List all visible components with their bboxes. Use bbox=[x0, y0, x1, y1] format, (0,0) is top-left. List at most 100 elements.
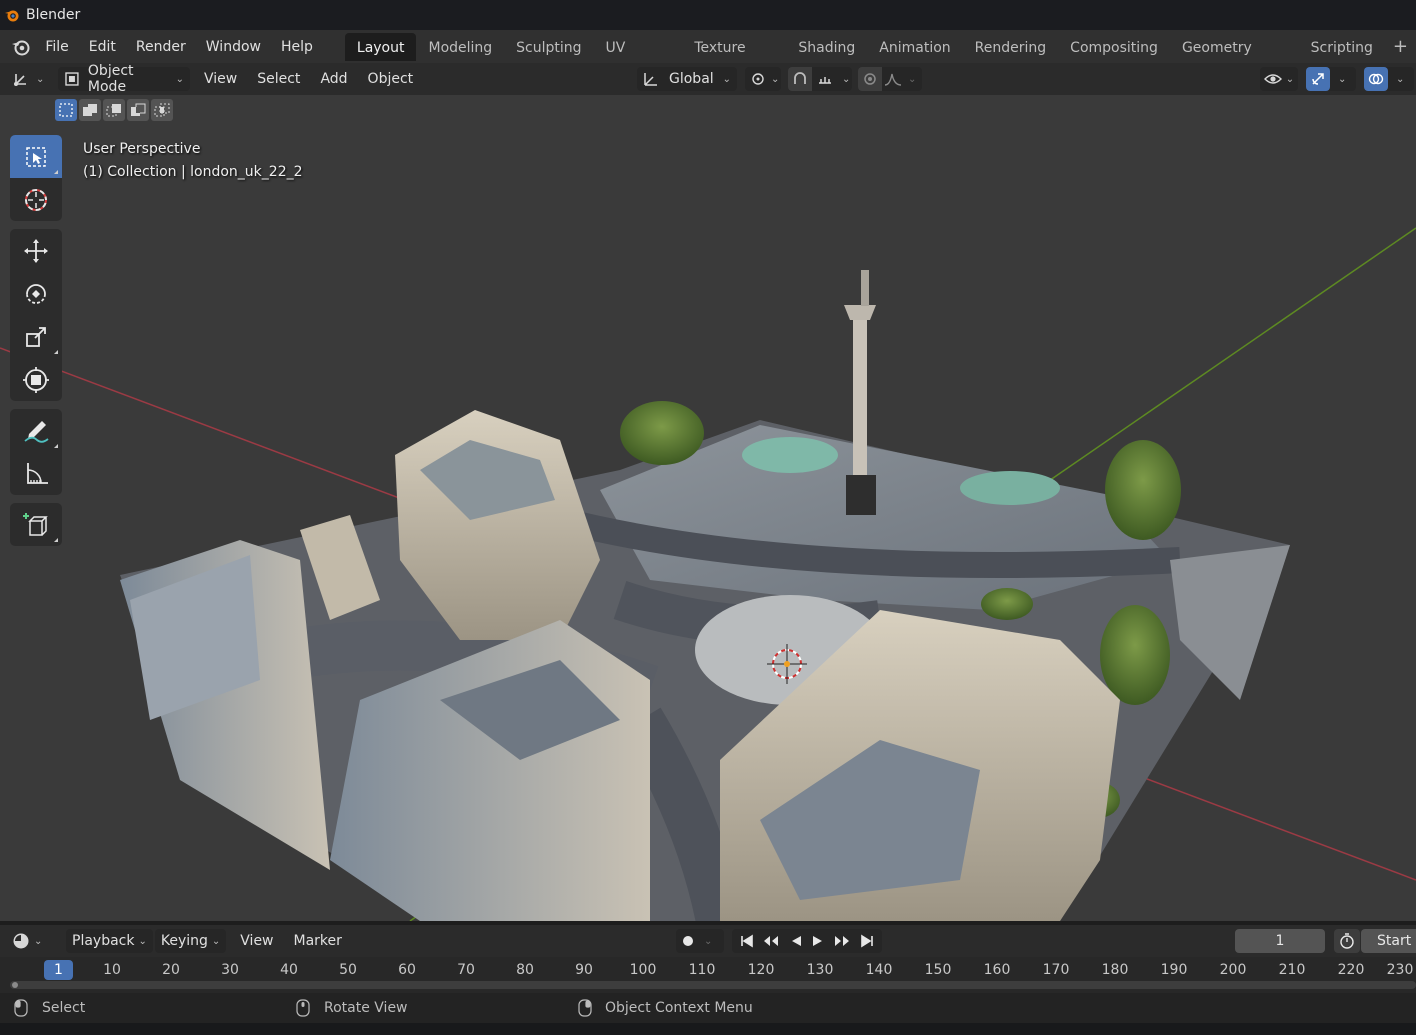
ruler-label: 10 bbox=[103, 962, 121, 978]
mode-dropdown[interactable]: Object Mode ⌄ bbox=[58, 63, 190, 95]
status-context: Object Context Menu bbox=[578, 999, 753, 1017]
move-icon bbox=[24, 238, 48, 263]
jump-start-icon[interactable] bbox=[740, 934, 754, 948]
tool-measure[interactable] bbox=[10, 452, 62, 495]
start-frame-field[interactable]: Start bbox=[1361, 929, 1416, 953]
mouse-right-icon bbox=[578, 999, 592, 1017]
keying-dropdown[interactable]: Keying ⌄ bbox=[154, 929, 227, 953]
tab-uv-editing[interactable]: UV Editing bbox=[594, 33, 683, 86]
tab-scripting[interactable]: Scripting bbox=[1299, 33, 1385, 61]
ruler-label: 220 bbox=[1337, 962, 1365, 978]
orientation-dropdown[interactable]: Global ⌄ bbox=[637, 67, 737, 91]
ruler-label: 170 bbox=[1042, 962, 1070, 978]
ruler-label: 70 bbox=[457, 962, 475, 978]
tab-texture-paint[interactable]: Texture Paint bbox=[682, 33, 786, 86]
timeline-scrollbar[interactable] bbox=[10, 981, 1416, 989]
play-icon[interactable] bbox=[811, 934, 825, 948]
snap-toggle-icon[interactable] bbox=[788, 67, 812, 91]
ruler-label: 130 bbox=[806, 962, 834, 978]
timeline-ruler[interactable]: 1 10 20 30 40 50 60 70 80 90 100 110 120… bbox=[0, 957, 1416, 993]
jump-end-icon[interactable] bbox=[860, 934, 874, 948]
menu-edit[interactable]: Edit bbox=[79, 35, 126, 59]
record-icon[interactable] bbox=[676, 935, 700, 947]
snap-group: ⌄ bbox=[788, 67, 852, 91]
ruler-label: 230 bbox=[1386, 962, 1414, 978]
timeline-marker-menu[interactable]: Marker bbox=[286, 933, 350, 949]
prev-keyframe-icon[interactable] bbox=[762, 934, 780, 948]
current-frame-field[interactable]: 1 bbox=[1235, 929, 1325, 953]
timeline-editor-type[interactable]: ⌄ bbox=[12, 929, 48, 953]
ruler-label: 110 bbox=[688, 962, 716, 978]
tab-modeling[interactable]: Modeling bbox=[416, 33, 504, 61]
tab-geometry-nodes[interactable]: Geometry Nodes bbox=[1170, 33, 1299, 86]
measure-icon bbox=[27, 462, 48, 484]
tool-select-box[interactable] bbox=[10, 135, 62, 178]
ruler-label: 90 bbox=[575, 962, 593, 978]
viewport-info: User Perspective (1) Collection | london… bbox=[83, 138, 303, 184]
tab-sculpting[interactable]: Sculpting bbox=[504, 33, 593, 61]
menu-object[interactable]: Object bbox=[360, 71, 422, 87]
3d-viewport[interactable] bbox=[0, 95, 1416, 921]
playback-dropdown[interactable]: Playback ⌄ bbox=[66, 929, 153, 953]
tool-add-cube[interactable] bbox=[10, 503, 62, 546]
mouse-left-icon bbox=[14, 999, 28, 1017]
tab-compositing[interactable]: Compositing bbox=[1058, 33, 1170, 61]
tool-annotate[interactable] bbox=[10, 409, 62, 452]
mouse-middle-icon bbox=[296, 999, 310, 1017]
tool-scale[interactable] bbox=[10, 315, 62, 358]
overlays-toggle-icon[interactable] bbox=[1364, 67, 1388, 91]
menu-file[interactable]: File bbox=[35, 35, 78, 59]
top-menu-bar: File Edit Render Window Help Layout Mode… bbox=[0, 30, 1416, 86]
timeline-header: ⌄ Playback ⌄ Keying ⌄ View Marker ⌄ 1 Star… bbox=[0, 925, 1416, 957]
menu-add[interactable]: Add bbox=[312, 71, 355, 87]
blender-menu-icon[interactable] bbox=[10, 36, 31, 58]
ruler-label: 210 bbox=[1278, 962, 1306, 978]
menu-select[interactable]: Select bbox=[249, 71, 308, 87]
pivot-point-dropdown[interactable]: ⌄ bbox=[745, 67, 781, 91]
window-title: Blender bbox=[26, 7, 81, 23]
visibility-dropdown[interactable]: ⌄ bbox=[1260, 67, 1298, 91]
blender-logo-icon bbox=[5, 10, 19, 22]
ruler-label: 140 bbox=[865, 962, 893, 978]
tool-group-annotate bbox=[10, 409, 62, 495]
ruler-label: 50 bbox=[339, 962, 357, 978]
rotate-icon bbox=[26, 283, 46, 304]
select-new-icon[interactable] bbox=[55, 99, 77, 121]
eye-icon bbox=[1263, 74, 1282, 84]
current-frame-marker[interactable]: 1 bbox=[44, 960, 73, 980]
snap-increment-icon[interactable] bbox=[812, 71, 838, 87]
tool-rotate[interactable] bbox=[10, 272, 62, 315]
menu-help[interactable]: Help bbox=[271, 35, 323, 59]
tab-layout[interactable]: Layout bbox=[344, 32, 417, 61]
gizmo-group: ⌄ bbox=[1306, 67, 1356, 91]
falloff-icon[interactable] bbox=[882, 72, 904, 86]
timeline-view-menu[interactable]: View bbox=[232, 933, 281, 949]
pivot-icon bbox=[752, 73, 764, 85]
tab-animation[interactable]: Animation bbox=[867, 33, 962, 61]
tool-move[interactable] bbox=[10, 229, 62, 272]
gizmo-toggle-icon[interactable] bbox=[1306, 67, 1330, 91]
menu-window[interactable]: Window bbox=[196, 35, 271, 59]
ruler-label: 180 bbox=[1101, 962, 1129, 978]
ruler-label: 30 bbox=[221, 962, 239, 978]
menu-view[interactable]: View bbox=[196, 71, 245, 87]
tab-shading[interactable]: Shading bbox=[786, 33, 867, 61]
select-intersect-icon[interactable] bbox=[151, 99, 173, 121]
play-reverse-icon[interactable] bbox=[789, 934, 803, 948]
os-taskbar-strip bbox=[0, 1023, 1416, 1035]
use-preview-range[interactable] bbox=[1334, 929, 1360, 953]
menu-render[interactable]: Render bbox=[126, 35, 196, 59]
tool-transform[interactable] bbox=[10, 358, 62, 401]
tab-rendering[interactable]: Rendering bbox=[963, 33, 1059, 61]
editor-type-button[interactable]: ⌄ bbox=[12, 67, 50, 91]
ruler-label: 80 bbox=[516, 962, 534, 978]
tool-cursor[interactable] bbox=[10, 178, 62, 221]
next-keyframe-icon[interactable] bbox=[833, 934, 851, 948]
select-box-icon bbox=[26, 146, 46, 167]
add-workspace-icon[interactable]: + bbox=[1385, 36, 1416, 57]
select-invert-icon[interactable] bbox=[127, 99, 149, 121]
ruler-label: 120 bbox=[747, 962, 775, 978]
select-extend-icon[interactable] bbox=[79, 99, 101, 121]
proportional-edit-icon[interactable] bbox=[858, 67, 882, 91]
select-subtract-icon[interactable] bbox=[103, 99, 125, 121]
